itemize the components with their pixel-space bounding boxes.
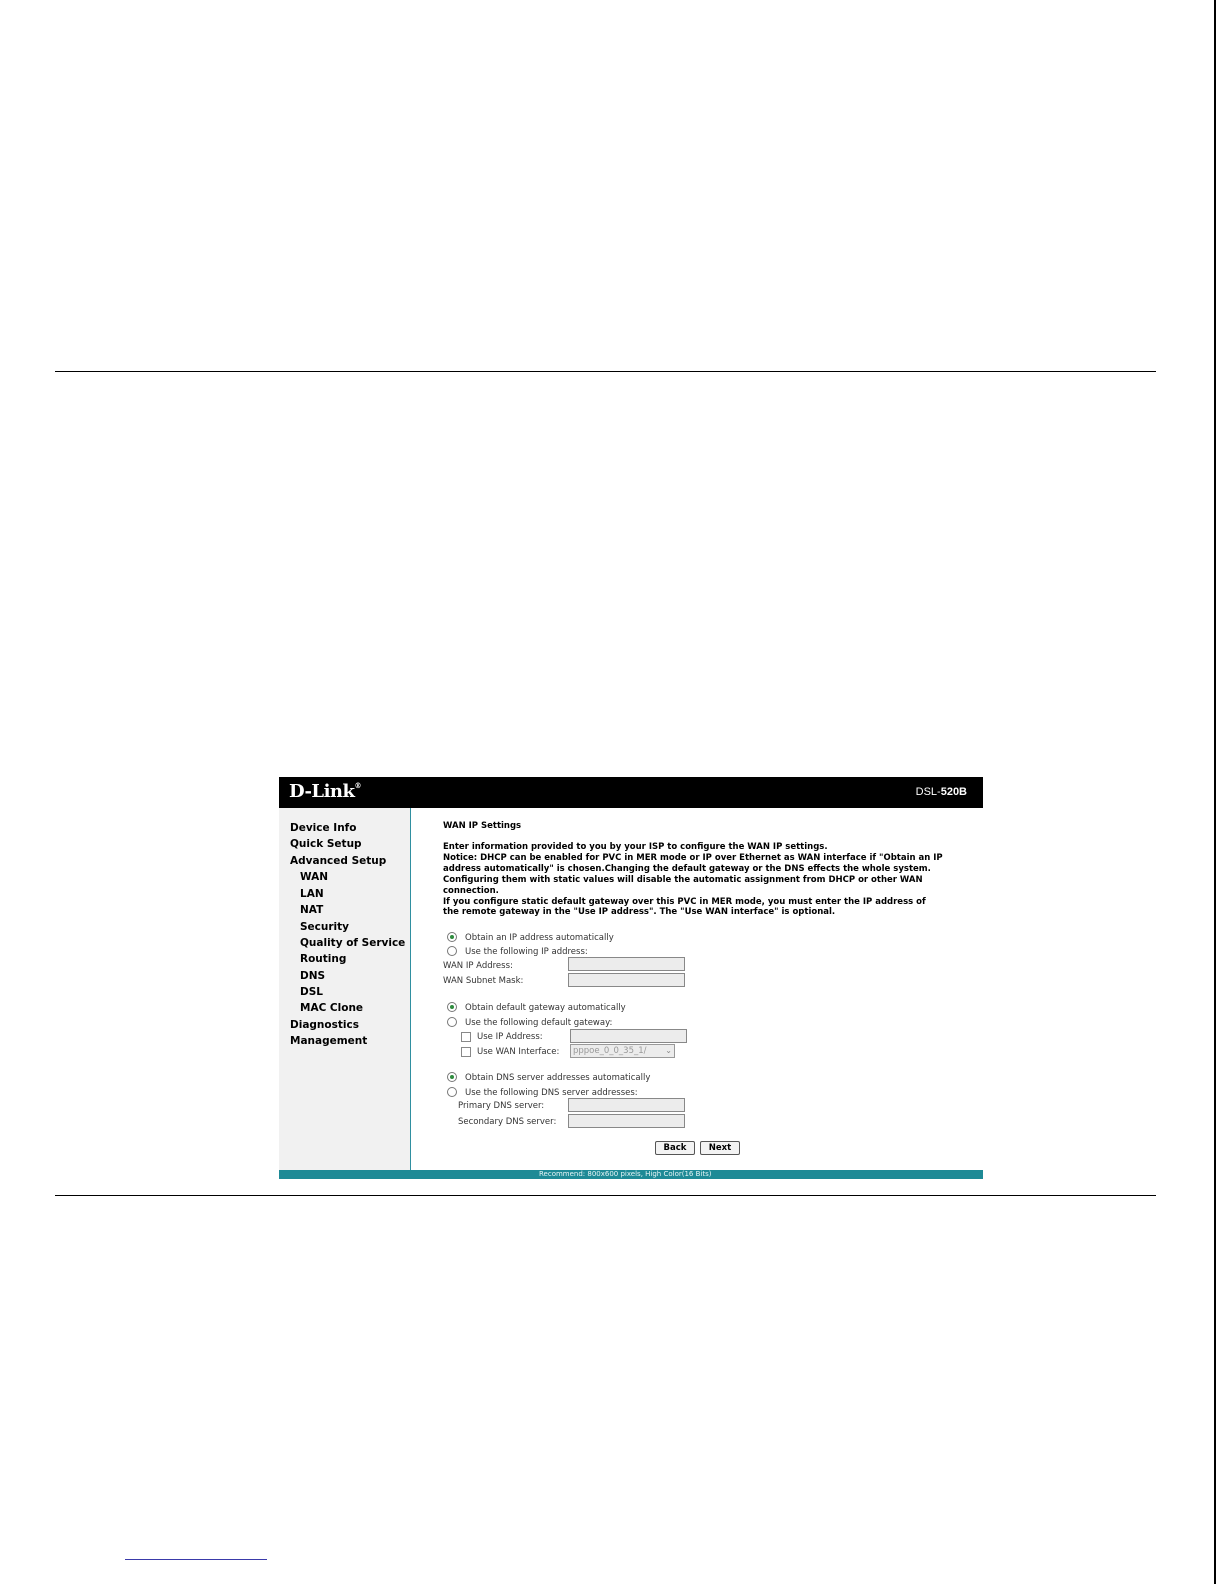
gateway-auto-label: Obtain default gateway automatically	[465, 1003, 626, 1013]
header-bar: D-Link® DSL-520B	[279, 777, 983, 808]
description-line: Notice: DHCP can be enabled for PVC in M…	[443, 852, 943, 863]
footer-bar: Recommend: 800x600 pixels, High Color(16…	[279, 1170, 983, 1179]
next-button[interactable]: Next	[700, 1141, 740, 1155]
description: Enter information provided to you by you…	[443, 842, 958, 918]
sidebar-item-lan[interactable]: LAN	[300, 888, 324, 900]
description-line: address automatically" is chosen.Changin…	[443, 863, 931, 874]
sidebar-item-wan[interactable]: WAN	[300, 871, 328, 883]
page-title: WAN IP Settings	[443, 821, 522, 831]
use-wan-checkbox[interactable]	[461, 1047, 471, 1057]
router-web-ui-screenshot: D-Link® DSL-520B Device Info Quick Setup…	[279, 777, 983, 1179]
description-line: connection.	[443, 885, 499, 896]
sidebar-item-device-info[interactable]: Device Info	[290, 822, 356, 834]
page-edge-line	[1214, 0, 1216, 1584]
main-content: WAN IP Settings Enter information provid…	[411, 808, 983, 1170]
sidebar-item-qos[interactable]: Quality of Service	[300, 937, 405, 949]
description-line: If you configure static default gateway …	[443, 896, 926, 907]
back-button[interactable]: Back	[655, 1141, 695, 1155]
dns-manual-label: Use the following DNS server addresses:	[465, 1088, 638, 1098]
ip-manual-radio[interactable]	[447, 946, 457, 956]
chevron-down-icon: ⌄	[665, 1046, 672, 1055]
sidebar-item-nat[interactable]: NAT	[300, 904, 323, 916]
wan-subnet-label: WAN Subnet Mask:	[443, 976, 524, 986]
secondary-dns-input[interactable]	[568, 1114, 685, 1128]
primary-dns-input[interactable]	[568, 1098, 685, 1112]
gateway-auto-radio[interactable]	[447, 1002, 457, 1012]
sidebar-item-routing[interactable]: Routing	[300, 953, 346, 965]
sidebar: Device Info Quick Setup Advanced Setup W…	[279, 808, 411, 1170]
gateway-ip-input[interactable]	[570, 1029, 687, 1043]
top-divider	[55, 371, 1156, 372]
gateway-manual-radio[interactable]	[447, 1017, 457, 1027]
gateway-manual-label: Use the following default gateway:	[465, 1018, 613, 1028]
wan-interface-select[interactable]: pppoe_0_0_35_1/ ⌄	[570, 1044, 675, 1058]
dns-manual-radio[interactable]	[447, 1087, 457, 1097]
wan-ip-input[interactable]	[568, 957, 685, 971]
sidebar-item-quick-setup[interactable]: Quick Setup	[290, 838, 362, 850]
dns-auto-label: Obtain DNS server addresses automaticall…	[465, 1073, 651, 1083]
wan-subnet-input[interactable]	[568, 973, 685, 987]
use-wan-label: Use WAN Interface:	[477, 1047, 560, 1057]
sidebar-item-management[interactable]: Management	[290, 1035, 367, 1047]
dns-auto-radio[interactable]	[447, 1072, 457, 1082]
footer-text: Recommend: 800x600 pixels, High Color(16…	[539, 1170, 712, 1178]
sidebar-item-advanced-setup[interactable]: Advanced Setup	[290, 855, 386, 867]
sidebar-item-mac-clone[interactable]: MAC Clone	[300, 1002, 363, 1014]
wan-ip-label: WAN IP Address:	[443, 961, 513, 971]
use-ip-label: Use IP Address:	[477, 1032, 543, 1042]
dlink-logo: D-Link®	[289, 781, 361, 802]
sidebar-item-dns[interactable]: DNS	[300, 970, 325, 982]
primary-dns-label: Primary DNS server:	[458, 1101, 545, 1111]
ip-manual-label: Use the following IP address:	[465, 947, 588, 957]
description-line: the remote gateway in the "Use IP addres…	[443, 907, 836, 918]
sidebar-item-security[interactable]: Security	[300, 921, 349, 933]
wan-interface-value: pppoe_0_0_35_1/	[573, 1046, 647, 1056]
ip-auto-radio[interactable]	[447, 932, 457, 942]
model-name: DSL-520B	[915, 786, 967, 798]
use-ip-checkbox[interactable]	[461, 1032, 471, 1042]
description-line: Configuring them with static values will…	[443, 874, 923, 885]
description-line: Enter information provided to you by you…	[443, 842, 828, 852]
sidebar-item-dsl[interactable]: DSL	[300, 986, 323, 998]
bottom-divider	[55, 1195, 1156, 1196]
secondary-dns-label: Secondary DNS server:	[458, 1117, 557, 1127]
sidebar-item-diagnostics[interactable]: Diagnostics	[290, 1019, 359, 1031]
ip-auto-label: Obtain an IP address automatically	[465, 933, 614, 943]
footer-link-underline	[125, 1559, 267, 1560]
